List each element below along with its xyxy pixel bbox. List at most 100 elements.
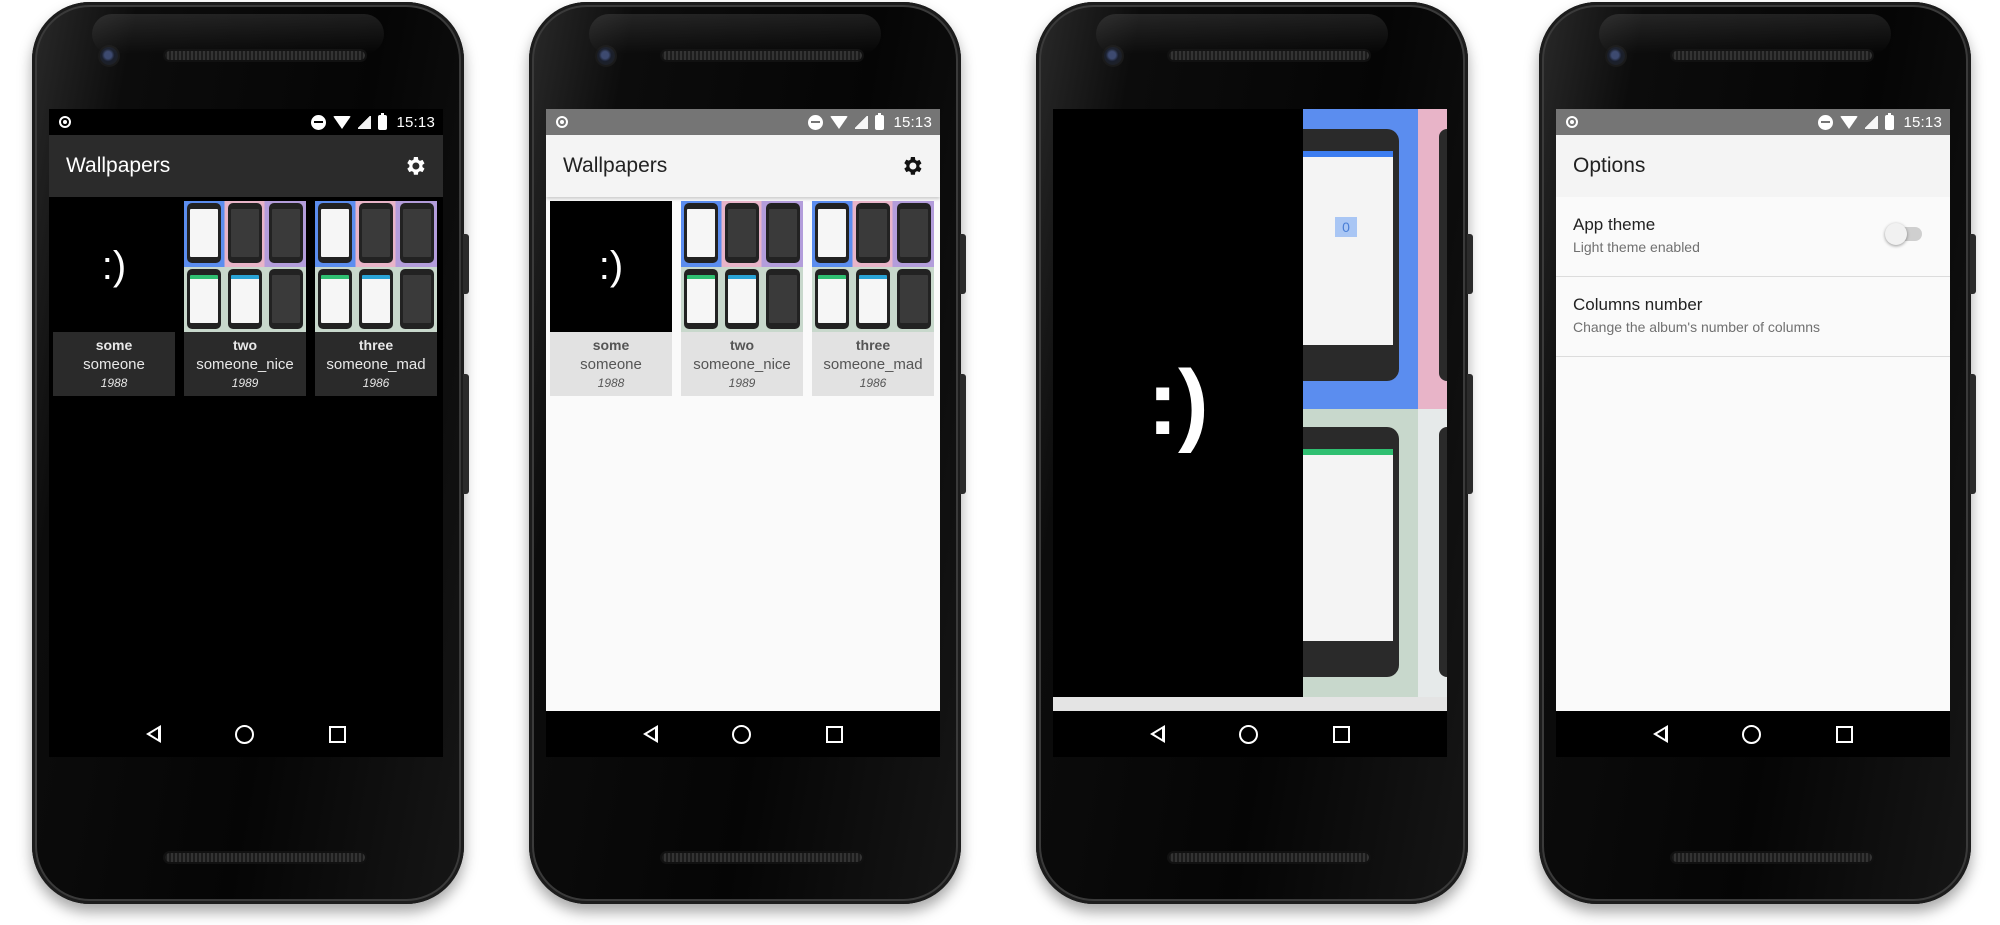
battery-icon <box>875 112 885 130</box>
nav-home-icon[interactable] <box>1239 724 1259 744</box>
status-time: 15:13 <box>396 113 435 131</box>
album-name: two <box>232 337 258 353</box>
album-grid: :) some someone 1988 two someone_nice 19… <box>53 201 441 396</box>
front-camera <box>597 47 615 65</box>
nav-back-icon[interactable] <box>643 725 659 743</box>
option-app-theme[interactable]: App theme Light theme enabled <box>1556 197 1950 277</box>
album-year: 1989 <box>728 376 756 390</box>
album-name: some <box>592 337 630 353</box>
system-nav-bar <box>1556 711 1950 757</box>
location-icon <box>556 116 568 128</box>
system-nav-bar <box>546 711 940 757</box>
album-year: 1988 <box>597 376 625 390</box>
system-nav-bar <box>1053 711 1447 757</box>
album-card-two[interactable]: two someone_nice 1989 <box>184 201 306 396</box>
album-grid: :) some someone 1988 two someone_nice 19… <box>550 201 938 396</box>
option-subtitle: Light theme enabled <box>1573 239 1700 255</box>
album-card-some[interactable]: :) some someone 1988 <box>53 201 175 396</box>
phone-dark-gallery: 15:13 Wallpapers :) some someone 1988 tw… <box>32 2 469 904</box>
theme-toggle[interactable] <box>1885 223 1922 245</box>
album-thumb-screenshots <box>812 201 934 332</box>
nav-home-icon[interactable] <box>235 724 255 744</box>
status-bar: 15:13 <box>49 109 443 135</box>
bottom-speaker <box>1169 853 1369 862</box>
preview-device-mock <box>1303 427 1399 677</box>
nav-back-icon[interactable] <box>146 725 162 743</box>
option-subtitle: Change the album's number of columns <box>1573 319 1821 335</box>
earpiece <box>165 51 365 60</box>
status-bar: 15:13 <box>1556 109 1950 135</box>
album-card-three[interactable]: three someone_mad 1986 <box>812 201 934 396</box>
nav-recents-icon[interactable] <box>1332 725 1350 743</box>
battery-icon <box>1885 112 1895 130</box>
phone-options: 15:13 Options App theme Light theme enab… <box>1539 2 1976 904</box>
album-artist: someone_mad <box>823 356 923 373</box>
album-caption: three someone_mad 1986 <box>812 332 934 396</box>
bottom-speaker <box>1672 853 1872 862</box>
album-thumb-screenshots <box>184 201 306 332</box>
album-name: three <box>358 337 394 353</box>
wifi-icon <box>1840 115 1859 129</box>
album-card-some[interactable]: :) some someone 1988 <box>550 201 672 396</box>
album-card-two[interactable]: two someone_nice 1989 <box>681 201 803 396</box>
status-time: 15:13 <box>893 113 932 131</box>
page-title: Wallpapers <box>563 154 668 177</box>
option-columns-number[interactable]: Columns number Change the album's number… <box>1556 277 1950 357</box>
do-not-disturb-icon <box>1818 114 1834 130</box>
front-camera <box>1607 47 1625 65</box>
album-year: 1989 <box>231 376 259 390</box>
album-card-three[interactable]: three someone_mad 1986 <box>315 201 437 396</box>
nav-recents-icon[interactable] <box>825 725 843 743</box>
nav-back-icon[interactable] <box>1150 725 1166 743</box>
settings-gear-icon[interactable] <box>900 154 924 178</box>
front-camera <box>100 47 118 65</box>
bottom-speaker <box>662 853 862 862</box>
album-artist: someone <box>580 356 642 373</box>
bottom-speaker <box>165 853 365 862</box>
option-title: Columns number <box>1573 295 1703 314</box>
settings-gear-icon[interactable] <box>403 154 427 178</box>
app-bar: Options <box>1556 135 1950 197</box>
earpiece <box>1169 51 1369 60</box>
album-year: 1986 <box>362 376 390 390</box>
screen: 15:13 Wallpapers :) some someone 1988 tw… <box>49 109 443 757</box>
album-thumb-screenshots <box>681 201 803 332</box>
wifi-icon <box>830 115 849 129</box>
nav-home-icon[interactable] <box>732 724 752 744</box>
status-bar: 15:13 <box>546 109 940 135</box>
earpiece <box>662 51 862 60</box>
status-time: 15:13 <box>1903 113 1942 131</box>
album-caption: some someone 1988 <box>550 332 672 396</box>
album-artist: someone_nice <box>196 356 294 373</box>
option-title: App theme <box>1573 215 1656 234</box>
page-title: Options <box>1573 154 1646 177</box>
location-icon <box>59 116 71 128</box>
nav-recents-icon[interactable] <box>1835 725 1853 743</box>
screen: 15:13 Options App theme Light theme enab… <box>1556 109 1950 757</box>
no-signal-icon <box>855 115 869 129</box>
no-signal-icon <box>358 115 372 129</box>
album-name: three <box>855 337 891 353</box>
page-title: Wallpapers <box>66 154 171 177</box>
options-list: App theme Light theme enabled Columns nu… <box>1556 197 1950 711</box>
nav-home-icon[interactable] <box>1742 724 1762 744</box>
album-year: 1986 <box>859 376 887 390</box>
earpiece <box>1672 51 1872 60</box>
phone-wallpaper-preview: :) 0 <box>1036 2 1473 904</box>
front-camera <box>1104 47 1122 65</box>
album-name: two <box>729 337 755 353</box>
album-thumb-smiley: :) <box>53 201 175 332</box>
album-caption: three someone_mad 1986 <box>315 332 437 396</box>
battery-icon <box>378 112 388 130</box>
album-caption: some someone 1988 <box>53 332 175 396</box>
wallpaper-preview-screenshots: 0 <box>1303 109 1447 697</box>
album-thumb-screenshots <box>315 201 437 332</box>
preview-zoomed-value: 0 <box>1335 217 1357 237</box>
nav-recents-icon[interactable] <box>328 725 346 743</box>
album-year: 1988 <box>100 376 128 390</box>
album-caption: two someone_nice 1989 <box>184 332 306 396</box>
album-artist: someone_nice <box>693 356 791 373</box>
preview-device-mock: 0 <box>1303 129 1399 381</box>
nav-back-icon[interactable] <box>1653 725 1669 743</box>
screen: :) 0 <box>1053 109 1447 757</box>
